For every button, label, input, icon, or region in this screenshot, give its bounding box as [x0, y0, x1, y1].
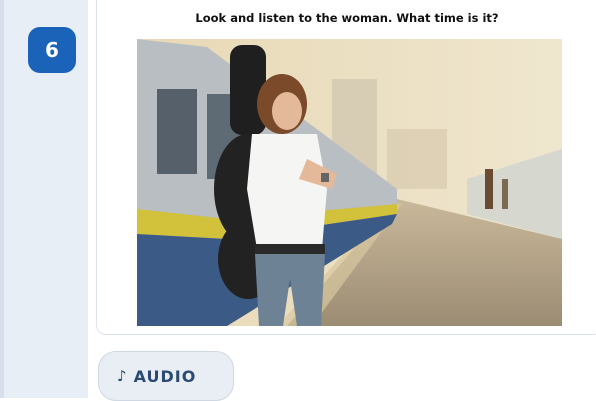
question-gutter: 6: [0, 0, 88, 398]
question-prompt: Look and listen to the woman. What time …: [195, 11, 499, 25]
audio-button[interactable]: ♪ AUDIO: [98, 351, 234, 401]
question-card: Look and listen to the woman. What time …: [96, 0, 596, 335]
question-number-badge: 6: [28, 27, 76, 73]
question-photo: [137, 39, 562, 326]
audio-button-label: AUDIO: [133, 366, 197, 386]
music-note-icon: ♪: [117, 367, 128, 385]
station-photo-illustration: [137, 39, 562, 326]
